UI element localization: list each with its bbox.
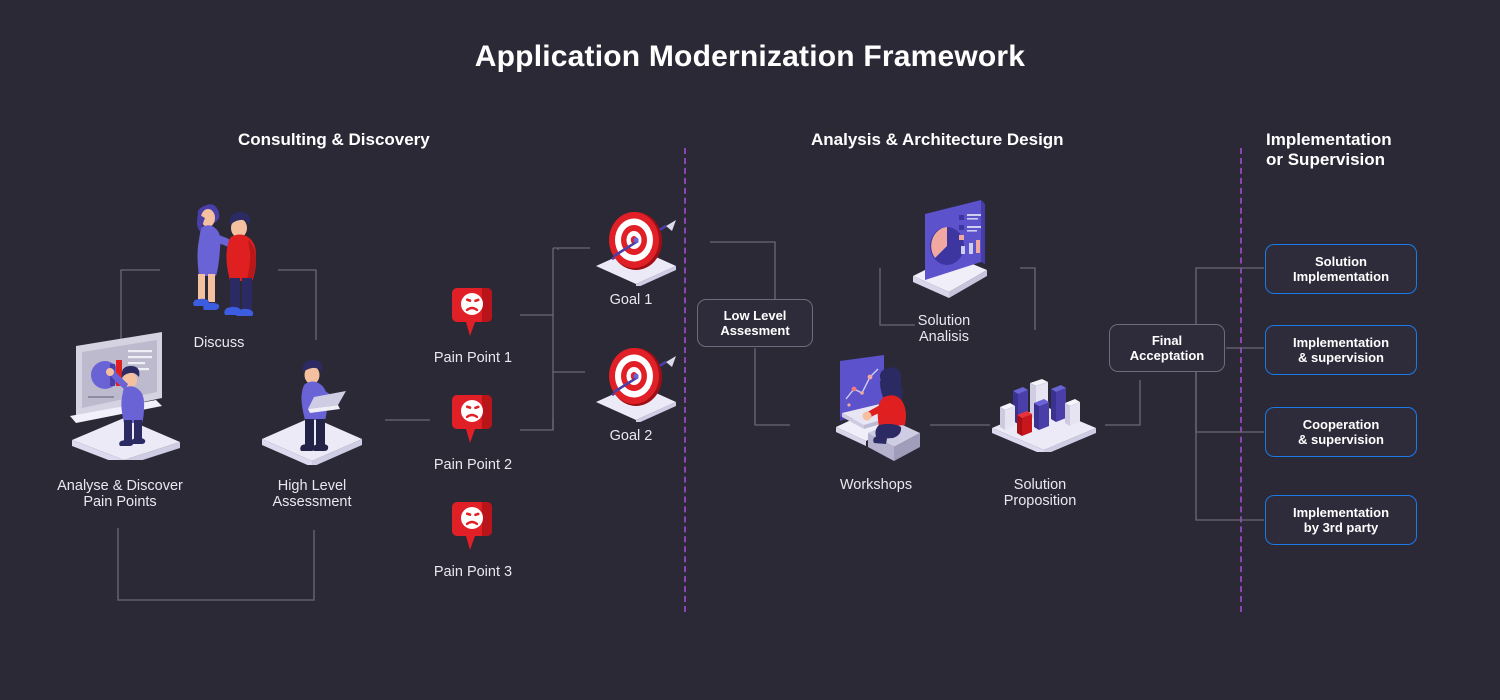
node-label-analyse: Analyse & Discover Pain Points bbox=[30, 478, 210, 510]
laptop-chart-illustration bbox=[913, 200, 987, 298]
diagram-canvas: Application Modernization Framework Cons… bbox=[0, 0, 1500, 700]
node-label-high-level-line1: High Level bbox=[277, 478, 347, 494]
box-final-acceptation-line2: Acceptation bbox=[1129, 348, 1205, 363]
box-implementation-3rd-party[interactable]: Implementation by 3rd party bbox=[1265, 495, 1417, 545]
node-label-goal-2: Goal 2 bbox=[609, 428, 653, 444]
node-label-solution-proposition-line1: Solution bbox=[1013, 477, 1067, 493]
box-cooperation-supervision-line1: Cooperation bbox=[1302, 417, 1380, 432]
box-solution-implementation-line1: Solution bbox=[1314, 254, 1367, 269]
node-label-solution-analisis: Solution Analisis bbox=[874, 313, 1014, 345]
node-label-solution-analisis-line1: Solution bbox=[917, 313, 971, 329]
bar-chart-blocks-illustration bbox=[992, 379, 1096, 452]
box-implementation-3rd-party-line2: by 3rd party bbox=[1303, 520, 1379, 535]
person-at-computer-illustration bbox=[836, 355, 920, 461]
person-with-laptop-illustration bbox=[262, 360, 362, 465]
section-title-consulting: Consulting & Discovery bbox=[238, 130, 430, 149]
box-final-acceptation[interactable]: Final Acceptation bbox=[1109, 324, 1225, 372]
node-label-solution-proposition: Solution Proposition bbox=[970, 477, 1110, 509]
node-label-high-level-line2: Assessment bbox=[272, 494, 352, 510]
node-label-high-level: High Level Assessment bbox=[232, 478, 392, 510]
divider-consulting-analysis bbox=[684, 148, 686, 612]
section-title-implementation-line1: Implementation bbox=[1266, 130, 1392, 149]
box-low-level-assessment-line2: Assesment bbox=[720, 323, 790, 338]
node-label-solution-proposition-line2: Proposition bbox=[1003, 493, 1077, 509]
two-people-discussing-illustration bbox=[193, 204, 257, 316]
node-label-analyse-line1: Analyse & Discover bbox=[57, 478, 183, 494]
box-solution-implementation-line2: Implementation bbox=[1292, 269, 1390, 284]
page-title: Application Modernization Framework bbox=[474, 40, 1026, 73]
node-label-pain-point-2: Pain Point 2 bbox=[433, 457, 513, 473]
target-with-arrow-icon-1 bbox=[596, 212, 676, 286]
box-implementation-supervision[interactable]: Implementation & supervision bbox=[1265, 325, 1417, 375]
divider-analysis-implementation bbox=[1240, 148, 1242, 612]
box-implementation-supervision-line1: Implementation bbox=[1292, 335, 1390, 350]
node-label-analyse-line2: Pain Points bbox=[83, 494, 157, 510]
node-label-pain-point-1: Pain Point 1 bbox=[433, 350, 513, 366]
box-final-acceptation-line1: Final bbox=[1151, 333, 1183, 348]
sad-face-pin-icon-1 bbox=[452, 288, 492, 336]
node-label-solution-analisis-line2: Analisis bbox=[919, 329, 969, 345]
section-title-implementation: Implementation or Supervision bbox=[1266, 130, 1392, 170]
node-label-goal-1: Goal 1 bbox=[609, 292, 653, 308]
box-cooperation-supervision[interactable]: Cooperation & supervision bbox=[1265, 407, 1417, 457]
box-implementation-3rd-party-line1: Implementation bbox=[1292, 505, 1390, 520]
node-label-discuss: Discuss bbox=[193, 335, 245, 351]
node-label-pain-point-3: Pain Point 3 bbox=[433, 564, 513, 580]
sad-face-pin-icon-2 bbox=[452, 395, 492, 443]
box-implementation-supervision-line2: & supervision bbox=[1298, 350, 1384, 365]
box-low-level-assessment[interactable]: Low Level Assesment bbox=[697, 299, 813, 347]
section-title-analysis: Analysis & Architecture Design bbox=[811, 130, 1064, 149]
sad-face-pin-icon-3 bbox=[452, 502, 492, 550]
section-title-implementation-line2: or Supervision bbox=[1266, 150, 1386, 169]
box-cooperation-supervision-line2: & supervision bbox=[1298, 432, 1384, 447]
box-solution-implementation[interactable]: Solution Implementation bbox=[1265, 244, 1417, 294]
target-with-arrow-icon-2 bbox=[596, 348, 676, 422]
box-low-level-assessment-line1: Low Level bbox=[723, 308, 787, 323]
node-label-workshops: Workshops bbox=[839, 477, 913, 493]
